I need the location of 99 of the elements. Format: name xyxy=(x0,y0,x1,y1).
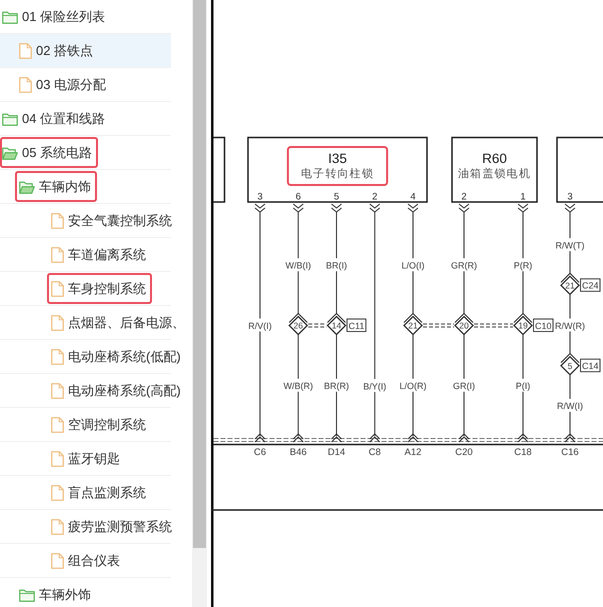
pin-number: 3 xyxy=(257,192,263,202)
pin-number: 4 xyxy=(410,192,416,202)
tree-item[interactable]: 电动座椅系统(低配) xyxy=(0,340,181,374)
file-icon xyxy=(51,451,64,467)
pin-number: 2 xyxy=(372,192,378,202)
component-name: 油箱盖锁电机 xyxy=(458,168,532,180)
pin-number: 3 xyxy=(567,192,573,202)
wire-label: GR(R) xyxy=(451,260,477,271)
bus-connector-icon xyxy=(369,433,380,442)
component-box xyxy=(556,136,603,203)
wire-label: P(R) xyxy=(514,260,532,271)
wire-label: L/O(I) xyxy=(402,260,424,271)
terminal-label: A12 xyxy=(404,447,422,458)
component-code: R60 xyxy=(482,151,507,166)
tree-item[interactable]: 蓝牙钥匙 xyxy=(0,442,171,476)
file-icon xyxy=(51,247,64,263)
splice-marker: 14 xyxy=(326,312,346,336)
wire-label: GR(I) xyxy=(453,381,475,392)
component-code: I35 xyxy=(328,151,347,166)
scrollbar-thumb[interactable] xyxy=(193,0,206,548)
file-icon xyxy=(51,485,64,501)
file-icon xyxy=(51,519,64,535)
pin-connector-icon xyxy=(292,204,304,213)
tree-item[interactable]: 空调控制系统 xyxy=(0,408,171,442)
tree-item[interactable]: 疲劳监测预警系统 xyxy=(0,510,172,544)
bus-connector-icon xyxy=(564,433,576,442)
wire-label: R/V(I) xyxy=(248,320,272,331)
tree-item[interactable]: 车辆内饰 xyxy=(0,170,171,204)
bus-connector-icon xyxy=(518,433,528,442)
pin-number: 1 xyxy=(520,192,526,202)
file-icon xyxy=(51,383,64,399)
bus-connector-icon xyxy=(292,433,304,442)
pin-number: 2 xyxy=(461,192,467,202)
bus-connector-icon xyxy=(408,433,418,442)
splice-link xyxy=(474,324,514,328)
pin-connector-icon xyxy=(254,204,266,213)
splice-marker: 21 xyxy=(403,312,423,336)
pin-number: 6 xyxy=(296,192,301,202)
tree-item[interactable]: 车身控制系统 xyxy=(0,272,171,306)
file-icon xyxy=(19,77,32,93)
splice-link xyxy=(308,324,327,328)
pin-number: 5 xyxy=(334,192,340,202)
wire-label: W/B(R) xyxy=(284,381,313,392)
component-box xyxy=(214,136,226,203)
splice-link xyxy=(422,324,454,328)
tree-item[interactable]: 01 保险丝列表 xyxy=(0,0,171,34)
tree-item[interactable]: 04 位置和线路 xyxy=(0,102,171,136)
file-icon xyxy=(51,553,64,569)
bus-connector-icon xyxy=(254,433,266,442)
wire-label: L/O(R) xyxy=(400,381,426,392)
splice-marker: 26 xyxy=(288,312,308,336)
file-icon xyxy=(51,213,64,229)
wire-label: B/Y(I) xyxy=(363,381,386,392)
file-icon xyxy=(51,349,64,365)
splice-marker: 20 xyxy=(454,312,474,336)
file-icon xyxy=(19,43,32,59)
wire-label: P(I) xyxy=(516,381,530,392)
terminal-label: C20 xyxy=(455,447,473,458)
terminal-label: C8 xyxy=(368,447,381,458)
terminal-label: D14 xyxy=(328,447,346,458)
tree-item[interactable]: 03 电源分配 xyxy=(0,68,171,102)
connector-tag: C14 xyxy=(580,358,601,372)
pin-connector-icon xyxy=(564,204,576,213)
file-icon xyxy=(51,281,64,297)
pin-connector-icon xyxy=(408,204,418,213)
connector-tag: C10 xyxy=(533,318,554,332)
splice-marker: 5 xyxy=(560,352,580,376)
terminal-label: B46 xyxy=(290,447,307,458)
pin-connector-icon xyxy=(331,204,342,213)
splice-marker: 19 xyxy=(513,312,533,336)
tree-item[interactable]: 电动座椅系统(高配) xyxy=(0,374,181,408)
tree-item[interactable]: 安全气囊控制系统 xyxy=(0,204,172,238)
bus-connector-icon xyxy=(458,433,470,442)
terminal-label: C16 xyxy=(561,447,579,458)
wire-label: W/B(I) xyxy=(286,260,311,271)
splice-marker: 21 xyxy=(560,272,580,296)
wire-label: R/W(I) xyxy=(557,401,583,412)
file-icon xyxy=(51,315,64,331)
file-icon xyxy=(51,417,64,433)
connector-tag: C24 xyxy=(580,278,601,292)
wire-label: BR(I) xyxy=(326,260,347,271)
wire-label: R/W(R) xyxy=(555,320,585,331)
component-name: 电子转向柱锁 xyxy=(300,168,374,180)
scrollbar-track[interactable] xyxy=(192,0,207,607)
pin-connector-icon xyxy=(458,204,470,213)
connector-tag: C11 xyxy=(346,318,366,332)
pin-connector-icon xyxy=(518,204,528,213)
tree-item[interactable]: 盲点监测系统 xyxy=(0,476,171,510)
tree-item[interactable]: 点烟器、后备电源、 xyxy=(0,306,185,340)
tree-item[interactable]: 02 搭铁点 xyxy=(0,34,171,68)
tree-item[interactable]: 05 系统电路 xyxy=(0,136,171,170)
wire-label: BR(R) xyxy=(324,381,349,392)
tree-item[interactable]: 组合仪表 xyxy=(0,544,171,578)
terminal-label: C18 xyxy=(514,447,532,458)
pin-connector-icon xyxy=(369,204,380,213)
terminal-label: C6 xyxy=(254,447,266,458)
wire-label: R/W(T) xyxy=(556,240,584,250)
bus-connector-icon xyxy=(331,433,342,442)
tree-item[interactable]: 车道偏离系统 xyxy=(0,238,171,272)
